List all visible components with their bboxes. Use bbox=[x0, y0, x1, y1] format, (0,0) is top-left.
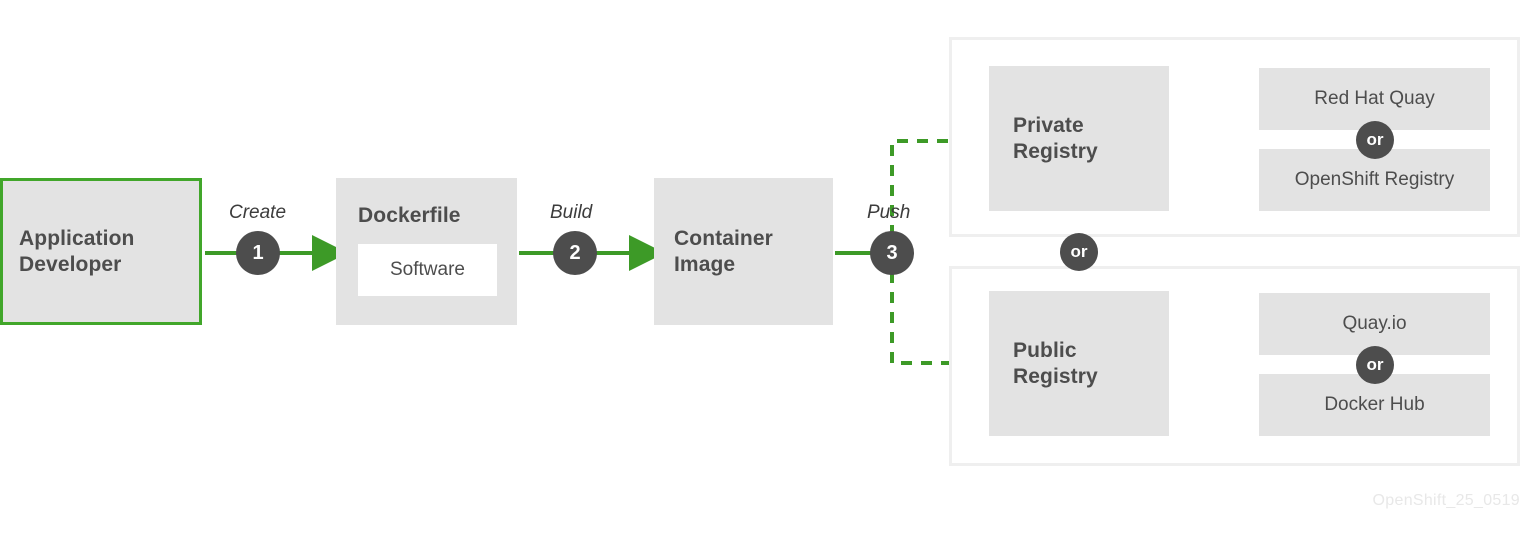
software-label: Software bbox=[390, 259, 465, 280]
private-registry-label-line2: Registry bbox=[1013, 139, 1098, 163]
private-registry-label-line1: Private bbox=[1013, 113, 1084, 137]
or-badge-between-registry-groups: or bbox=[1060, 233, 1098, 271]
or-badge-public-options: or bbox=[1356, 346, 1394, 384]
dockerfile-label: Dockerfile bbox=[358, 204, 461, 227]
node-software[interactable]: Software bbox=[358, 244, 497, 296]
option-docker-hub-label: Docker Hub bbox=[1324, 394, 1425, 415]
private-registry-label: Private Registry bbox=[1013, 113, 1098, 165]
node-private-registry[interactable]: Private Registry bbox=[989, 66, 1169, 211]
container-image-label-line1: Container bbox=[674, 226, 773, 250]
node-dockerfile[interactable]: Dockerfile Software bbox=[336, 178, 517, 325]
node-container-image[interactable]: Container Image bbox=[654, 178, 833, 325]
watermark-label: OpenShift_25_0519 bbox=[1372, 492, 1520, 509]
or-badge-private-options: or bbox=[1356, 121, 1394, 159]
option-red-hat-quay-label: Red Hat Quay bbox=[1314, 88, 1435, 109]
container-image-label-line2: Image bbox=[674, 252, 736, 276]
node-public-registry[interactable]: Public Registry bbox=[989, 291, 1169, 436]
option-openshift-registry-label: OpenShift Registry bbox=[1294, 169, 1455, 190]
step-badge-2: 2 bbox=[553, 231, 597, 275]
edge-label-create: Create bbox=[229, 202, 287, 223]
public-registry-label: Public Registry bbox=[1013, 338, 1098, 390]
edge-label-push: Push bbox=[867, 202, 911, 223]
edge-label-build: Build bbox=[550, 202, 593, 223]
step-badge-3: 3 bbox=[870, 231, 914, 275]
public-registry-label-line1: Public bbox=[1013, 338, 1077, 362]
container-workflow-diagram: Application Developer Dockerfile Softwar… bbox=[0, 0, 1520, 545]
container-image-label: Container Image bbox=[674, 226, 773, 278]
public-registry-label-line2: Registry bbox=[1013, 364, 1098, 388]
application-developer-label: Application Developer bbox=[19, 226, 134, 278]
step-badge-1: 1 bbox=[236, 231, 280, 275]
application-developer-label-line1: Application bbox=[19, 226, 135, 250]
option-quay-io-label: Quay.io bbox=[1342, 313, 1407, 334]
application-developer-label-line2: Developer bbox=[19, 252, 122, 276]
node-application-developer[interactable]: Application Developer bbox=[0, 178, 202, 325]
